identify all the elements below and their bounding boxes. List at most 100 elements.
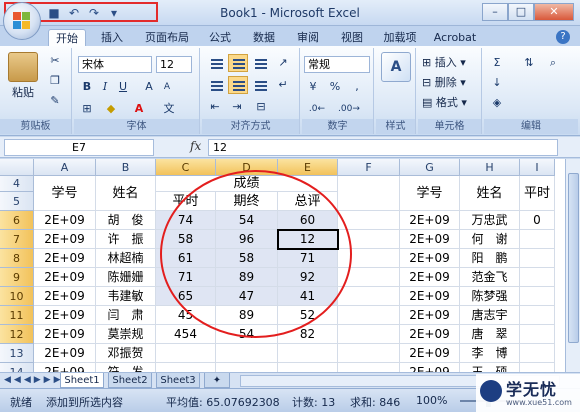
cell-a11[interactable]: 2E+09 bbox=[34, 306, 96, 325]
scroll-thumb[interactable] bbox=[568, 173, 579, 343]
row-header-5[interactable]: 5 bbox=[0, 192, 34, 211]
cell-h10[interactable]: 陈梦强 bbox=[460, 287, 520, 306]
cell-g12[interactable]: 2E+09 bbox=[400, 325, 460, 344]
cell-b8[interactable]: 林超楠 bbox=[96, 249, 156, 268]
cell-i13[interactable] bbox=[520, 344, 555, 363]
row-header-14[interactable]: 14 bbox=[0, 363, 34, 372]
cell-d7[interactable]: 96 bbox=[216, 230, 278, 249]
cell-b14[interactable]: 符 发 bbox=[96, 363, 156, 372]
font-size-select[interactable]: 12 bbox=[156, 56, 192, 73]
align-top-icon[interactable] bbox=[206, 54, 226, 72]
sort-filter-icon[interactable]: ⇅ bbox=[520, 54, 538, 72]
paste-button[interactable]: 粘贴 bbox=[6, 52, 40, 100]
maximize-button[interactable]: □ bbox=[508, 3, 534, 21]
align-bottom-icon[interactable] bbox=[250, 54, 270, 72]
number-format-select[interactable]: 常规 bbox=[304, 56, 370, 73]
cell-b6[interactable]: 胡 俊 bbox=[96, 211, 156, 230]
cell-d11[interactable]: 89 bbox=[216, 306, 278, 325]
cell-c13[interactable] bbox=[156, 344, 216, 363]
cell-d12[interactable]: 54 bbox=[216, 325, 278, 344]
cell-f9[interactable] bbox=[338, 268, 400, 287]
insert-cells-button[interactable]: ⊞ 插入 ▾ bbox=[422, 54, 466, 70]
cell-h14[interactable]: 王 硕 bbox=[460, 363, 520, 372]
group-styles[interactable]: A 样式 bbox=[376, 48, 416, 134]
status-zoom[interactable]: 100% bbox=[416, 394, 447, 407]
cell-c10[interactable]: 65 bbox=[156, 287, 216, 306]
bold-button[interactable]: B bbox=[78, 78, 96, 96]
column-header-c[interactable]: C bbox=[156, 159, 216, 176]
fill-icon[interactable]: ↓ bbox=[488, 74, 506, 92]
header-cell-i[interactable]: 平时 bbox=[520, 176, 555, 211]
tab-home[interactable]: 开始 bbox=[48, 29, 86, 46]
column-header-h[interactable]: H bbox=[460, 159, 520, 176]
column-header-e[interactable]: E bbox=[278, 159, 338, 176]
cell-c12[interactable]: 454 bbox=[156, 325, 216, 344]
cell-f11[interactable] bbox=[338, 306, 400, 325]
cell-e10[interactable]: 41 bbox=[278, 287, 338, 306]
cell-a12[interactable]: 2E+09 bbox=[34, 325, 96, 344]
align-center-icon[interactable] bbox=[228, 76, 248, 94]
fill-color-icon[interactable]: ◆ bbox=[102, 100, 120, 118]
cell-i7[interactable] bbox=[520, 230, 555, 249]
cell-f12[interactable] bbox=[338, 325, 400, 344]
cell-c9[interactable]: 71 bbox=[156, 268, 216, 287]
cell-b12[interactable]: 莫崇规 bbox=[96, 325, 156, 344]
grow-font-icon[interactable]: A bbox=[140, 78, 158, 96]
cell-h6[interactable]: 万忠武 bbox=[460, 211, 520, 230]
cell-a14[interactable]: 2E+09 bbox=[34, 363, 96, 372]
select-all-corner[interactable] bbox=[0, 159, 34, 176]
header-cell-c[interactable]: 平时 bbox=[156, 192, 216, 211]
column-header-a[interactable]: A bbox=[34, 159, 96, 176]
cell-g8[interactable]: 2E+09 bbox=[400, 249, 460, 268]
column-header-f[interactable]: F bbox=[338, 159, 400, 176]
align-middle-icon[interactable] bbox=[228, 54, 248, 72]
cell-d9[interactable]: 89 bbox=[216, 268, 278, 287]
align-right-icon[interactable] bbox=[250, 76, 270, 94]
cell-a7[interactable]: 2E+09 bbox=[34, 230, 96, 249]
cell-b13[interactable]: 邓振贺 bbox=[96, 344, 156, 363]
borders-icon[interactable]: ⊞ bbox=[78, 100, 96, 118]
cell-f13[interactable] bbox=[338, 344, 400, 363]
cell-e14[interactable] bbox=[278, 363, 338, 372]
styles-button[interactable]: A bbox=[380, 52, 412, 84]
cell-i10[interactable] bbox=[520, 287, 555, 306]
wrap-text-icon[interactable]: ↵ bbox=[274, 76, 292, 94]
comma-button[interactable]: , bbox=[348, 78, 366, 96]
cell-e7[interactable]: 12 bbox=[278, 230, 338, 249]
cell-h7[interactable]: 何 谢 bbox=[460, 230, 520, 249]
cell-d8[interactable]: 58 bbox=[216, 249, 278, 268]
cell-i14[interactable] bbox=[520, 363, 555, 372]
orientation-icon[interactable]: ↗ bbox=[274, 54, 292, 72]
tab-addins[interactable]: 加载项 bbox=[378, 29, 422, 46]
delete-cells-button[interactable]: ⊟ 删除 ▾ bbox=[422, 74, 466, 90]
header-cell-f[interactable] bbox=[338, 176, 400, 211]
row-header-12[interactable]: 12 bbox=[0, 325, 34, 344]
cell-c8[interactable]: 61 bbox=[156, 249, 216, 268]
cell-i12[interactable] bbox=[520, 325, 555, 344]
cell-f10[interactable] bbox=[338, 287, 400, 306]
cell-e8[interactable]: 71 bbox=[278, 249, 338, 268]
vertical-scrollbar[interactable] bbox=[565, 159, 580, 372]
cell-h12[interactable]: 唐 翠 bbox=[460, 325, 520, 344]
cell-h9[interactable]: 范金飞 bbox=[460, 268, 520, 287]
clear-icon[interactable]: ◈ bbox=[488, 94, 506, 112]
cell-d14[interactable] bbox=[216, 363, 278, 372]
percent-button[interactable]: % bbox=[326, 78, 344, 96]
format-painter-icon[interactable]: ✎ bbox=[46, 92, 64, 110]
cell-g7[interactable]: 2E+09 bbox=[400, 230, 460, 249]
row-header-13[interactable]: 13 bbox=[0, 344, 34, 363]
row-header-7[interactable]: 7 bbox=[0, 230, 34, 249]
minimize-button[interactable]: – bbox=[482, 3, 508, 21]
cell-c6[interactable]: 74 bbox=[156, 211, 216, 230]
cell-c11[interactable]: 45 bbox=[156, 306, 216, 325]
cell-b7[interactable]: 许 振 bbox=[96, 230, 156, 249]
cell-i11[interactable] bbox=[520, 306, 555, 325]
insert-sheet-icon[interactable]: ✦ bbox=[204, 373, 230, 388]
merge-center-icon[interactable]: ⊟ bbox=[252, 98, 270, 116]
cell-h8[interactable]: 阳 鹏 bbox=[460, 249, 520, 268]
cell-f6[interactable] bbox=[338, 211, 400, 230]
name-box[interactable]: E7 bbox=[4, 139, 154, 156]
cell-g9[interactable]: 2E+09 bbox=[400, 268, 460, 287]
cell-g10[interactable]: 2E+09 bbox=[400, 287, 460, 306]
formula-input[interactable]: 12 bbox=[208, 139, 558, 156]
